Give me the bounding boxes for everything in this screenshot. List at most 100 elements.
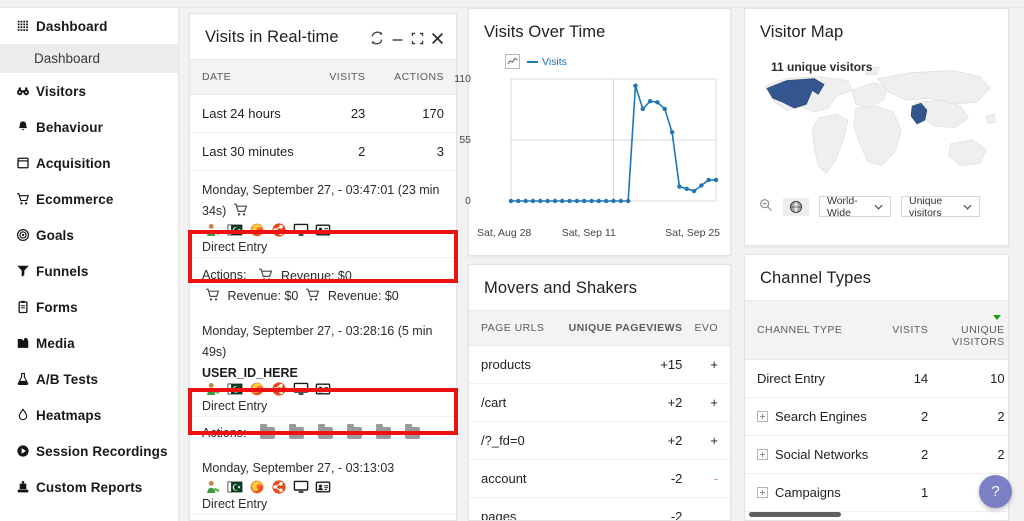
movers-cell-pageviews: -2 [556, 459, 695, 498]
folder-icon[interactable] [289, 424, 305, 439]
contact-card-icon [315, 383, 331, 395]
visits-line-series[interactable] [477, 73, 720, 223]
top-strip [0, 0, 1024, 8]
sidebar-item-funnels[interactable]: Funnels [0, 253, 178, 289]
sidebar-item-ecommerce[interactable]: Ecommerce [0, 181, 178, 217]
sidebar-item-heatmaps[interactable]: Heatmaps [0, 397, 178, 433]
channels-cell-visits: 14 [880, 359, 941, 398]
realtime-col-visits: VISITS [313, 59, 378, 95]
channel-type-label: Campaigns [775, 485, 841, 500]
map-title: Visitor Map [760, 23, 844, 41]
target-icon [13, 227, 33, 243]
x-axis-tick: Sat, Sep 11 [561, 227, 616, 239]
sidebar-item-label: Custom Reports [36, 479, 143, 495]
sidebar-item-a-b-tests[interactable]: A/B Tests [0, 361, 178, 397]
folder-icon[interactable] [405, 424, 421, 439]
table-row[interactable]: Direct Entry 14 10 [745, 359, 1008, 398]
chevron-down-icon [874, 201, 883, 213]
movers-table: PAGE URLS UNIQUE PAGEVIEWS EVO products +15… [469, 310, 730, 520]
channels-cell-visits: 2 [880, 397, 941, 436]
table-row[interactable]: /?_fd=0 +2 + [469, 421, 730, 460]
grid-icon [17, 20, 28, 31]
close-icon[interactable] [431, 32, 444, 47]
sidebar-subitem-dashboard[interactable]: Dashboard [0, 44, 178, 73]
firefox-icon [250, 382, 264, 396]
realtime-summary-table: DATE VISITS ACTIONS Last 24 hours 23 170 Last… [190, 59, 456, 171]
channels-col-channel-type[interactable]: CHANNEL TYPE [745, 300, 881, 360]
movers-col-unique-pageviews: UNIQUE PAGEVIEWS [556, 310, 695, 346]
channels-cell-type: Direct Entry [745, 359, 881, 398]
table-row[interactable]: Campaigns11 [745, 473, 1008, 512]
movers-cell-evolution: - [694, 459, 730, 498]
table-row[interactable]: /cart +2 + [469, 383, 730, 422]
maximize-icon[interactable] [411, 32, 424, 47]
sidebar-item-session-recordings[interactable]: Session Recordings [0, 433, 178, 469]
widget-visits-over-time: Visits Over Time Visits 0 55 110 Sat, Aug 2… [454, 8, 731, 256]
movers-cell-pageviews: +2 [556, 383, 695, 422]
visit-timestamp: Monday, September 27, - 03:13:03 [202, 461, 395, 475]
realtime-widget-controls [370, 14, 456, 47]
channels-cell-type: Campaigns [745, 473, 881, 512]
map-metric-select[interactable]: Unique visitors [901, 195, 980, 219]
visit-actions-row[interactable]: Actions: Revenue: $0 Revenue: $0 Revenue… [190, 257, 456, 312]
legend-entry-visits[interactable]: Visits [527, 56, 567, 68]
world-map-svg[interactable] [757, 56, 998, 186]
map-region-select[interactable]: World-Wide [819, 195, 891, 219]
zoom-out-icon[interactable] [759, 198, 773, 215]
folder-icon[interactable] [376, 424, 392, 439]
sidebar-item-visitors[interactable]: Visitors [0, 73, 178, 109]
sidebar-item-label: Dashboard [36, 18, 108, 34]
droplet-icon [18, 408, 28, 421]
expand-icon[interactable] [757, 487, 768, 498]
media-icon [17, 338, 29, 348]
table-row[interactable]: pages -2 [469, 497, 730, 520]
visit-user-id: USER_ID_HERE [202, 366, 298, 380]
globe-icon[interactable] [783, 197, 809, 216]
ubuntu-icon [272, 382, 286, 396]
realtime-col-date: DATE [190, 59, 314, 95]
world-map[interactable]: 11 unique visitors [757, 56, 998, 186]
sidebar-item-forms[interactable]: Forms [0, 289, 178, 325]
table-row: Last 24 hours 23 170 [190, 94, 456, 133]
visit-actions-row[interactable]: Actions: [190, 416, 456, 449]
sidebar-item-label: Heatmaps [36, 407, 102, 423]
table-row[interactable]: Social Networks 2 2 [745, 435, 1008, 474]
channels-horizontal-scrollbar[interactable] [749, 512, 841, 517]
table-row[interactable]: account -2- [469, 459, 730, 498]
visit-detail: Monday, September 27, - 03:47:01 (23 min… [190, 171, 456, 257]
sidebar-item-label: Goals [36, 227, 75, 243]
sidebar-item-media[interactable]: Media [0, 325, 178, 361]
sidebar-item-goals[interactable]: Goals [0, 217, 178, 253]
visit-actions-row[interactable]: Actions: [190, 514, 456, 520]
minimize-icon[interactable] [391, 32, 404, 47]
desktop-icon [293, 382, 309, 395]
widget-visitor-map: Visitor Map 11 unique visitors World-Wid… [744, 8, 1009, 246]
sidebar-item-label: Acquisition [36, 155, 111, 171]
visit-entry: Monday, September 27, - 03:13:03 Direct … [190, 449, 456, 520]
table-row[interactable]: Search Engines 2 2 [745, 397, 1008, 436]
realtime-visitor-log[interactable]: Monday, September 27, - 03:47:01 (23 min… [190, 171, 456, 520]
sidebar-item-label: Visitors [36, 83, 87, 99]
expand-icon[interactable] [757, 411, 768, 422]
folder-icon[interactable] [347, 424, 363, 439]
inbox-icon [13, 155, 33, 171]
folder-icon[interactable] [318, 424, 334, 439]
movers-cell-evolution: + [694, 345, 730, 384]
channel-type-label: Search Engines [775, 409, 867, 424]
refresh-icon[interactable] [370, 31, 384, 47]
channels-col-unique-visitors[interactable]: UNIQUE VISITORS [940, 300, 1008, 360]
channels-col-visits[interactable]: VISITS [880, 300, 941, 360]
sidebar-item-acquisition[interactable]: Acquisition [0, 145, 178, 181]
line-chart[interactable]: 0 55 110 Sat, Aug 28 Sat, Sep 11 Sat, Sep 25 [454, 73, 720, 239]
sidebar-item-custom-reports[interactable]: Custom Reports [0, 469, 178, 505]
channels-cell-unique-visitors: 1 [940, 511, 1008, 520]
sidebar-item-behaviour[interactable]: Behaviour [0, 109, 178, 145]
help-button[interactable]: ? [979, 475, 1012, 508]
chart-icon[interactable] [505, 54, 520, 69]
table-row[interactable]: products +15 + [469, 345, 730, 384]
folder-icon[interactable] [260, 424, 276, 439]
movers-col-evo: EVO [694, 310, 730, 346]
contact-card-icon [315, 224, 331, 236]
expand-icon[interactable] [757, 449, 768, 460]
sidebar-item-dashboard[interactable]: Dashboard [0, 8, 178, 44]
